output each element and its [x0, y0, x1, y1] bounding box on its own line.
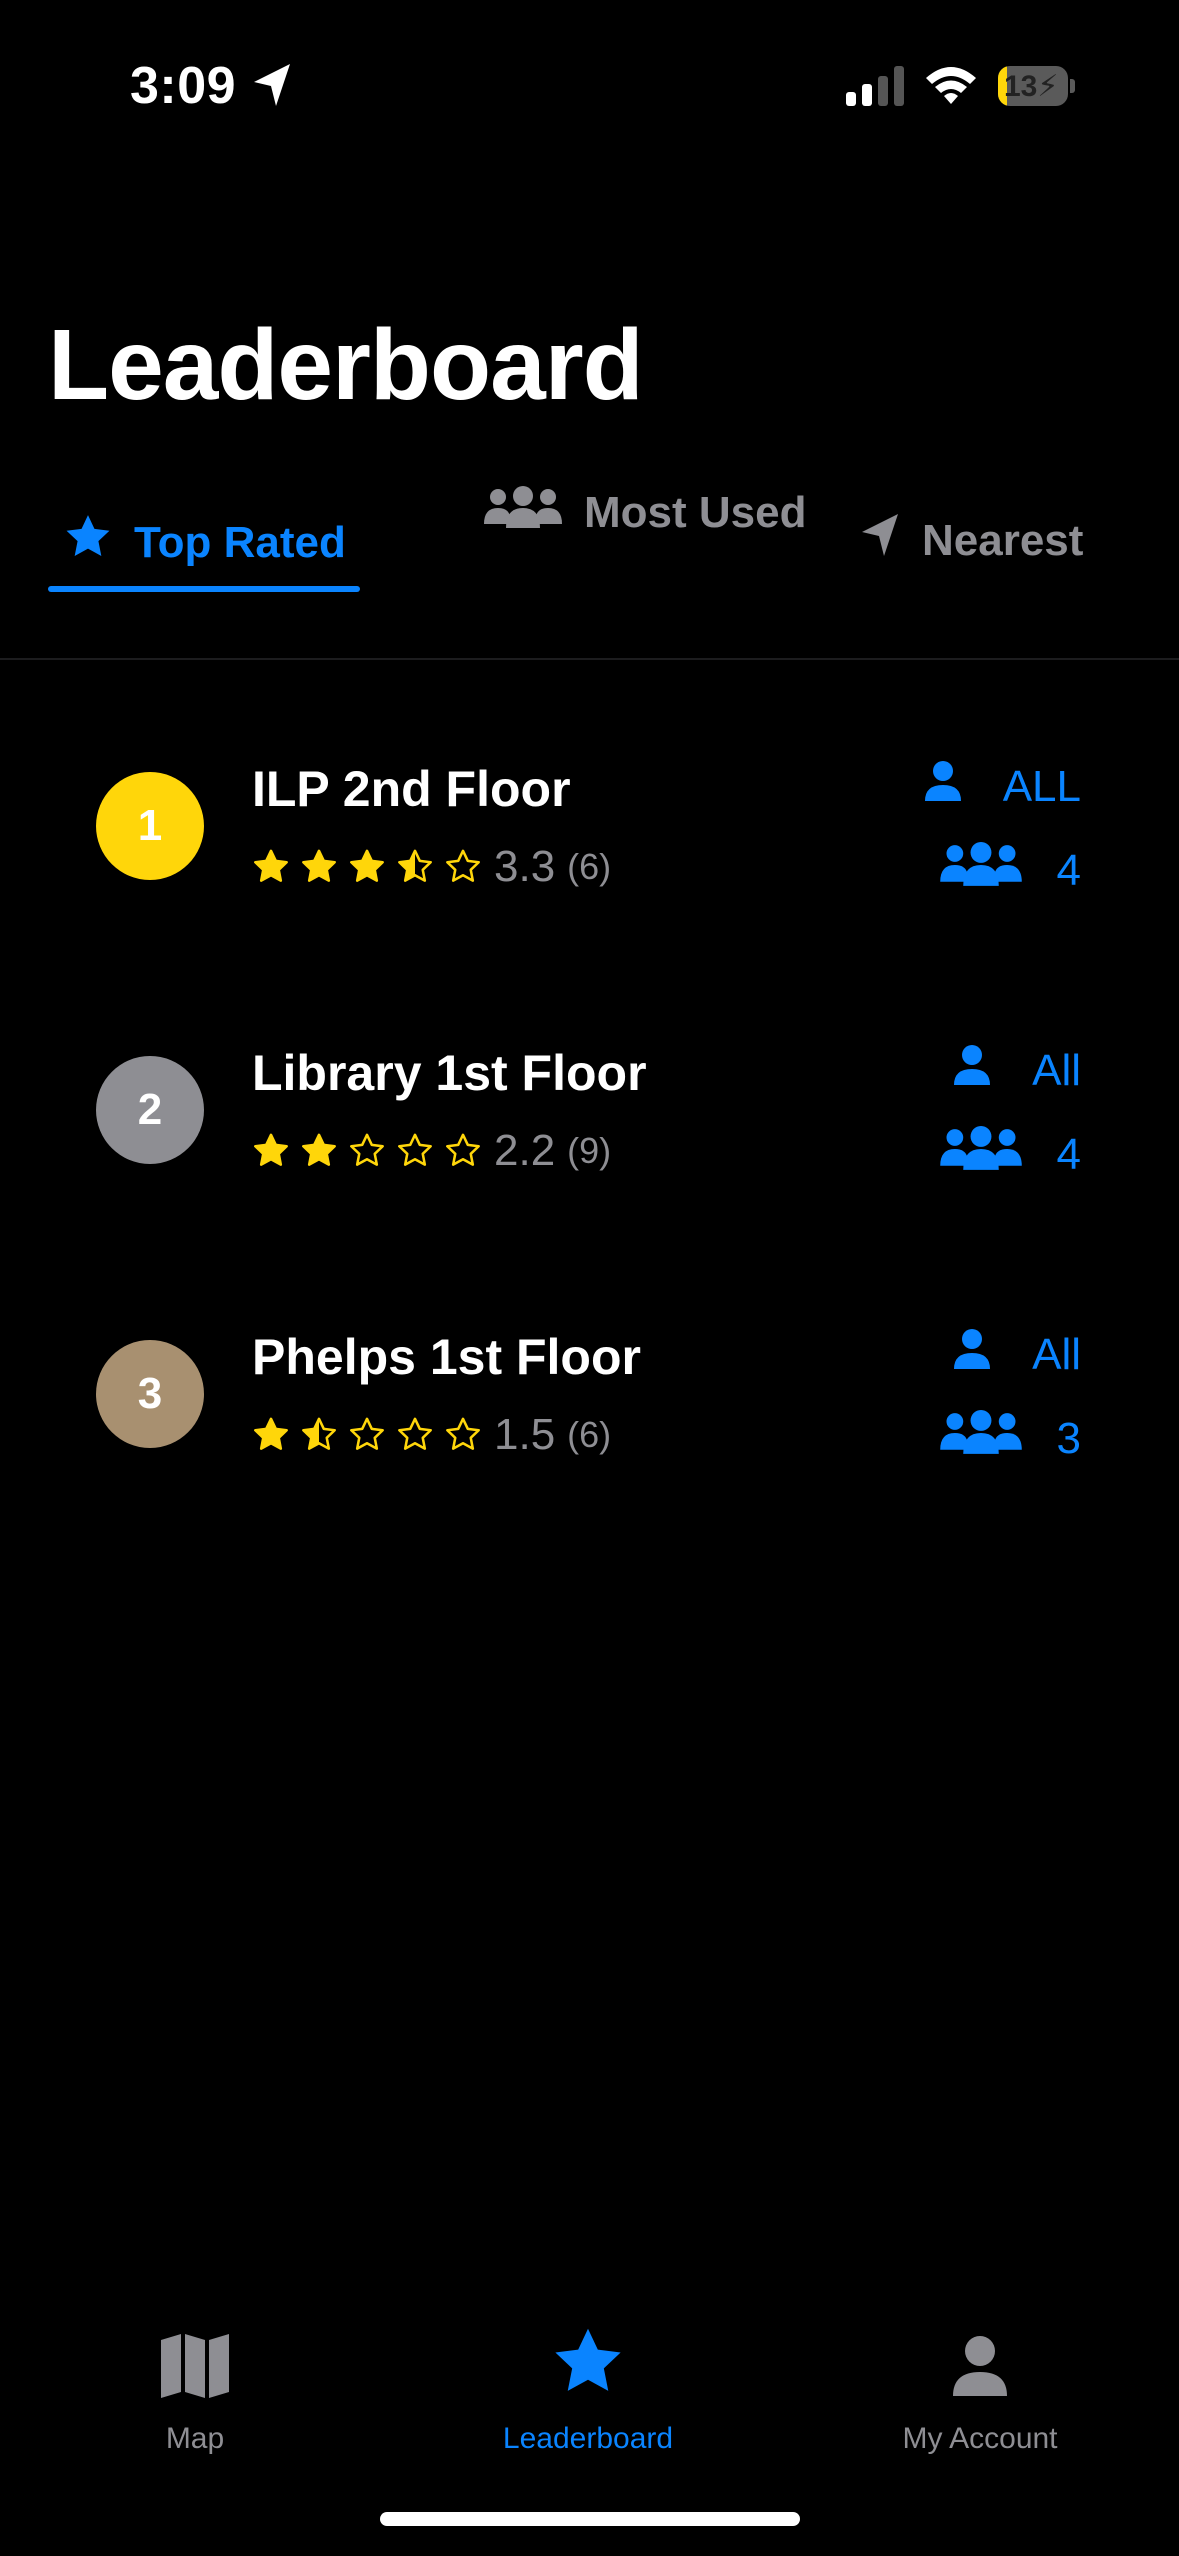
star-empty-icon: [446, 1133, 480, 1166]
star-half-icon: [398, 849, 432, 882]
person-icon: [923, 760, 963, 813]
star-filled-icon: [302, 1133, 336, 1166]
person-icon: [950, 2320, 1010, 2400]
capacity-info: 4: [935, 842, 1081, 899]
star-icon: [548, 2320, 628, 2400]
access-info: All: [952, 1044, 1081, 1097]
nav-leaderboard[interactable]: Leaderboard: [438, 2320, 738, 2456]
wifi-icon: [924, 64, 978, 111]
capacity-value: 3: [1056, 1413, 1081, 1463]
screen: 3:09 13⚡︎ Leaderboard Top Rated Most Use…: [0, 0, 1179, 2556]
star-rating: 2.2 (9): [252, 1126, 611, 1176]
star-filled-icon: [254, 1133, 288, 1166]
leaderboard-row[interactable]: 2 Library 1st Floor 2.2 (9) All 4: [0, 1044, 1179, 1244]
capacity-info: 3: [935, 1410, 1081, 1467]
star-filled-icon: [350, 849, 384, 882]
star-empty-icon: [398, 1417, 432, 1450]
person-icon: [952, 1044, 992, 1097]
location-name: Library 1st Floor: [252, 1045, 647, 1101]
location-arrow-icon: [858, 512, 902, 569]
star-empty-icon: [350, 1417, 384, 1450]
rating-stars: [252, 1416, 492, 1454]
star-empty-icon: [398, 1133, 432, 1166]
star-rating: 3.3 (6): [252, 842, 611, 892]
access-info: All: [952, 1328, 1081, 1381]
people-icon: [482, 485, 564, 541]
star-empty-icon: [446, 1417, 480, 1450]
leaderboard-row[interactable]: 1 ILP 2nd Floor 3.3 (6) ALL 4: [0, 760, 1179, 960]
rank-badge: 1: [96, 772, 204, 880]
nav-label: Leaderboard: [502, 2422, 674, 2455]
rating-value: 1.5: [494, 1410, 556, 1459]
capacity-value: 4: [1056, 845, 1081, 895]
tab-most-used[interactable]: Most Used: [482, 484, 807, 542]
tab-top-rated[interactable]: Top Rated: [62, 512, 346, 573]
access-label: All: [1032, 1045, 1081, 1095]
nav-label: My Account: [902, 2422, 1058, 2455]
people-icon: [935, 1410, 1027, 1467]
battery-charging-icon: 13⚡︎: [998, 66, 1076, 106]
map-icon: [159, 2320, 231, 2400]
rank-badge: 3: [96, 1340, 204, 1448]
nav-my-account[interactable]: My Account: [830, 2320, 1130, 2456]
location-name: Phelps 1st Floor: [252, 1329, 641, 1385]
rating-value: 2.2: [494, 1126, 556, 1175]
tab-nearest[interactable]: Nearest: [858, 512, 1083, 569]
tab-active-indicator: [48, 586, 360, 592]
battery-level: 13⚡︎: [1004, 70, 1059, 103]
rating-count: (6): [567, 846, 612, 887]
star-filled-icon: [254, 849, 288, 882]
divider: [0, 658, 1179, 660]
tab-label: Top Rated: [134, 517, 346, 567]
star-empty-icon: [446, 849, 480, 882]
tab-label: Nearest: [922, 515, 1084, 565]
star-rating: 1.5 (6): [252, 1410, 611, 1460]
star-filled-icon: [302, 849, 336, 882]
status-time: 3:09: [130, 57, 237, 115]
nav-map[interactable]: Map: [45, 2320, 345, 2456]
location-name: ILP 2nd Floor: [252, 761, 571, 817]
location-arrow-icon: [252, 62, 292, 113]
access-label: All: [1032, 1329, 1081, 1379]
rating-count: (6): [567, 1414, 612, 1455]
people-icon: [935, 842, 1027, 899]
tab-label: Most Used: [584, 488, 807, 537]
nav-label: Map: [165, 2422, 225, 2455]
star-icon: [62, 512, 114, 573]
people-icon: [935, 1126, 1027, 1183]
rating-value: 3.3: [494, 842, 556, 891]
home-indicator[interactable]: [380, 2512, 800, 2526]
cellular-signal-icon: [846, 66, 906, 111]
star-filled-icon: [254, 1417, 288, 1450]
capacity-info: 4: [935, 1126, 1081, 1183]
leaderboard-row[interactable]: 3 Phelps 1st Floor 1.5 (6) All 3: [0, 1328, 1179, 1528]
rating-stars: [252, 1132, 492, 1170]
rank-badge: 2: [96, 1056, 204, 1164]
access-label: ALL: [1002, 761, 1081, 811]
page-title: Leaderboard: [48, 309, 644, 421]
rating-count: (9): [567, 1130, 612, 1171]
star-empty-icon: [350, 1133, 384, 1166]
capacity-value: 4: [1056, 1129, 1081, 1179]
access-info: ALL: [923, 760, 1081, 813]
person-icon: [952, 1328, 992, 1381]
star-half-icon: [302, 1417, 336, 1450]
rating-stars: [252, 848, 492, 886]
